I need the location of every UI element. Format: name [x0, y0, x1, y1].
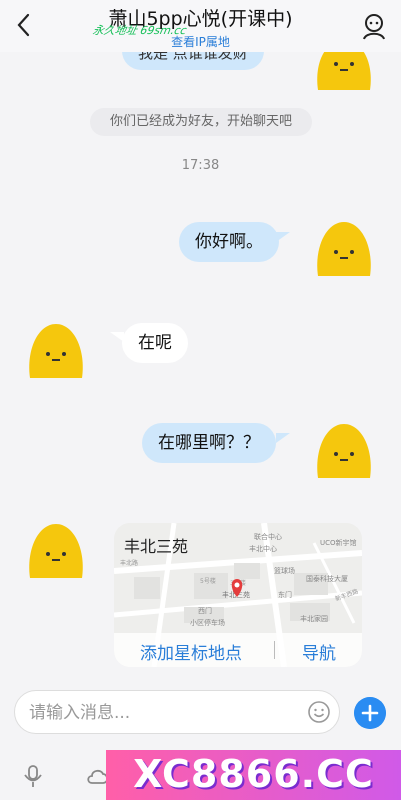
message-input[interactable] [27, 699, 301, 727]
contact-message-bubble[interactable]: 在呢 [122, 323, 188, 363]
contact-avatar[interactable] [24, 520, 88, 580]
contact-avatar[interactable] [24, 320, 88, 380]
map-label: 5号楼 [200, 577, 216, 585]
message-text: 在哪里啊？？ [158, 433, 260, 453]
microphone-icon[interactable] [22, 764, 44, 788]
ip-location-link[interactable]: 查看IP属地 [0, 33, 401, 50]
map-label: 丰北路 [120, 559, 138, 567]
my-avatar[interactable] [312, 218, 376, 278]
navigate-button[interactable]: 导航 [302, 639, 336, 664]
bubble-tail [276, 433, 290, 443]
my-message-bubble[interactable]: 在哪里啊？？ [142, 423, 276, 463]
add-star-location-button[interactable]: 添加星标地点 [140, 639, 242, 664]
message-text: 你好啊。 [195, 232, 263, 252]
map-label: 联合中心 [254, 532, 282, 541]
location-actions: 添加星标地点 导航 [114, 633, 362, 667]
location-message-card[interactable]: 丰北中心 联合中心 UCO新宇馆 篮球场 国泰科技大厦 丰北家园 西门 东门 小… [114, 523, 362, 667]
bubble-tail [276, 232, 290, 242]
message-input-container[interactable] [14, 690, 340, 734]
emoji-icon[interactable] [307, 700, 331, 724]
map-label: 国泰科技大厦 [306, 574, 348, 583]
message-input-bar [0, 682, 401, 746]
map-label: 丰北中心 [249, 544, 277, 553]
map-label: 西门 [198, 606, 212, 615]
map-label: 小区停车场 [190, 618, 225, 627]
map-label: UCO新宇馆 [320, 538, 357, 547]
map-label: 东门 [278, 590, 292, 599]
map-label: 丰北家园 [300, 614, 328, 623]
divider [274, 641, 275, 659]
plus-icon[interactable] [354, 697, 386, 729]
my-message-bubble[interactable]: 你好啊。 [179, 222, 279, 262]
chat-header: 萧山5pp心悦(开课中) 永久地址 69sm.cc 查看IP属地 [0, 0, 401, 52]
chat-title: 萧山5pp心悦(开课中) [108, 8, 293, 30]
message-text: 在呢 [138, 333, 172, 353]
message-timestamp: 17:38 [181, 158, 220, 173]
map-label: 篮球场 [274, 566, 295, 575]
my-avatar[interactable] [312, 420, 376, 480]
contact-profile-icon[interactable] [361, 12, 387, 40]
location-name: 丰北三苑 [124, 537, 189, 556]
ad-text: XC8866.CC [133, 752, 374, 796]
system-notice: 你们已经成为好友，开始聊天吧 [90, 108, 312, 136]
ad-banner[interactable]: XC8866.CC [106, 750, 401, 800]
